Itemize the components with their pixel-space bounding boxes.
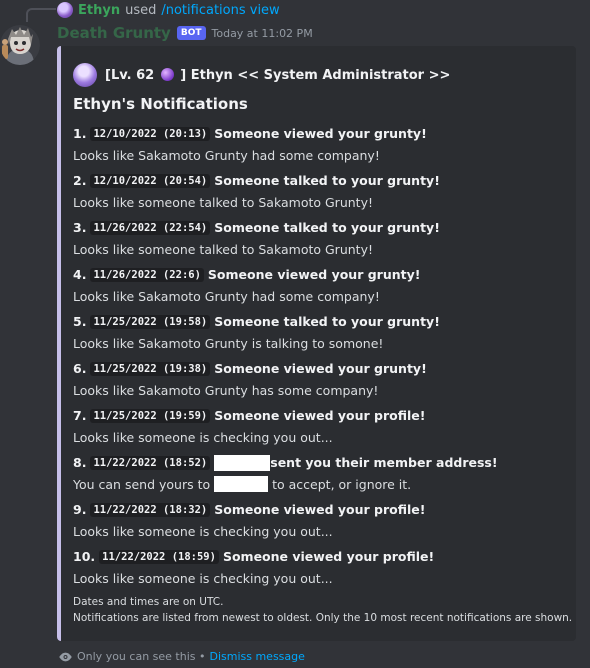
footer-line-order: Notifications are listed from newest to … — [73, 612, 573, 624]
notification-header: 2. 12/10/2022 (20:54) Someone talked to … — [73, 170, 568, 191]
footer-line-utc: Dates and times are on UTC. — [73, 596, 224, 608]
notification-header: 1. 12/10/2022 (20:13) Someone viewed you… — [73, 123, 568, 144]
notification-title: Someone viewed your profile! — [214, 408, 426, 423]
embed-author-suffix: ] Ethyn << System Administrator >> — [180, 67, 451, 83]
ephemeral-text: Only you can see this • — [77, 650, 206, 663]
notification-header: 3. 11/26/2022 (22:54) Someone talked to … — [73, 217, 568, 238]
notification-header: 10. 11/22/2022 (18:59) Someone viewed yo… — [73, 546, 568, 567]
interaction-command[interactable]: /notifications view — [161, 3, 279, 18]
notification-body: Looks like Sakamoto Grunty had some comp… — [73, 288, 380, 304]
interaction-user-name[interactable]: Ethyn — [78, 3, 120, 18]
notification-item: 7. 11/25/2022 (19:59) Someone viewed you… — [73, 405, 568, 452]
notification-item: 6. 11/25/2022 (19:38) Someone viewed you… — [73, 358, 568, 405]
reply-connector — [26, 8, 56, 22]
notifications-embed: [Lv. 62 ] Ethyn << System Administrator … — [57, 46, 576, 641]
notifications-list: 1. 12/10/2022 (20:13) Someone viewed you… — [73, 123, 568, 593]
notification-item: 10. 11/22/2022 (18:59) Someone viewed yo… — [73, 546, 568, 593]
notification-title: Someone viewed your profile! — [222, 549, 435, 564]
bot-badge: BOT — [176, 26, 206, 40]
embed-author-text: [Lv. 62 ] Ethyn << System Administrator … — [105, 67, 451, 83]
ephemeral-notice: Only you can see this • Dismiss message — [58, 650, 305, 663]
level-orb-icon — [160, 67, 174, 81]
interaction-used-text: used — [125, 2, 157, 18]
redacted-address — [214, 476, 269, 492]
grunty-avatar-icon — [0, 25, 40, 65]
notification-title: sent you their member address! — [270, 455, 498, 470]
notification-header: 4. 11/26/2022 (22:6) Someone viewed your… — [73, 264, 568, 285]
bot-avatar[interactable] — [0, 25, 40, 65]
interaction-header: Ethyn used /notifications view — [57, 1, 280, 19]
notification-body: Looks like Sakamoto Grunty is talking to… — [73, 335, 384, 351]
notification-number: 4. — [73, 267, 87, 282]
notification-body: Looks like someone is checking you out..… — [73, 429, 333, 445]
notification-number: 3. — [73, 220, 87, 235]
notification-number: 1. — [73, 126, 87, 141]
notification-title: Someone viewed your grunty! — [214, 361, 427, 376]
embed-author-avatar — [73, 63, 97, 87]
notification-time: 12/10/2022 (20:54) — [90, 173, 211, 188]
redacted-username — [214, 454, 271, 471]
eye-icon — [59, 652, 72, 661]
notification-body: Looks like someone talked to Sakamoto Gr… — [73, 241, 373, 257]
notification-title: Someone viewed your profile! — [214, 502, 426, 517]
author-row: Death Grunty BOT Today at 11:02 PM — [57, 22, 313, 44]
notification-time: 11/25/2022 (19:38) — [90, 361, 211, 376]
notification-item: 3. 11/26/2022 (22:54) Someone talked to … — [73, 217, 568, 264]
notification-time: 11/26/2022 (22:6) — [90, 267, 204, 282]
notification-time: 11/25/2022 (19:58) — [90, 314, 211, 329]
notification-item: 9. 11/22/2022 (18:32) Someone viewed you… — [73, 499, 568, 546]
notification-item: 8. 11/22/2022 (18:52) sent you their mem… — [73, 452, 568, 499]
notification-time: 11/22/2022 (18:52) — [90, 455, 211, 470]
notification-body-pre: You can send yours to — [73, 476, 211, 492]
notification-header: 7. 11/25/2022 (19:59) Someone viewed you… — [73, 405, 568, 426]
notification-number: 8. — [73, 455, 87, 470]
message-timestamp[interactable]: Today at 11:02 PM — [212, 27, 313, 40]
notification-number: 9. — [73, 502, 87, 517]
interaction-user-avatar[interactable] — [57, 2, 73, 18]
notification-time: 12/10/2022 (20:13) — [90, 126, 211, 141]
embed-author: [Lv. 62 ] Ethyn << System Administrator … — [73, 63, 450, 87]
notification-header: 8. 11/22/2022 (18:52) sent you their mem… — [73, 452, 568, 473]
notification-item: 1. 12/10/2022 (20:13) Someone viewed you… — [73, 123, 568, 170]
notification-header: 5. 11/25/2022 (19:58) Someone talked to … — [73, 311, 568, 332]
notification-title: Someone talked to your grunty! — [214, 314, 440, 329]
embed-author-prefix: [Lv. 62 — [105, 67, 155, 83]
notification-body: You can send yours to to accept, or igno… — [73, 473, 568, 495]
notification-number: 10. — [73, 549, 96, 564]
dismiss-message-link[interactable]: Dismiss message — [209, 650, 304, 663]
notification-item: 4. 11/26/2022 (22:6) Someone viewed your… — [73, 264, 568, 311]
message-container: Ethyn used /notifications view Death Gru… — [0, 0, 590, 668]
notification-time: 11/25/2022 (19:59) — [90, 408, 211, 423]
author-name[interactable]: Death Grunty — [57, 24, 171, 42]
notification-number: 5. — [73, 314, 87, 329]
notification-body: Looks like someone is checking you out..… — [73, 570, 333, 586]
notification-item: 5. 11/25/2022 (19:58) Someone talked to … — [73, 311, 568, 358]
embed-footer: Dates and times are on UTC. Notification… — [73, 594, 572, 626]
notification-body-post: to accept, or ignore it. — [272, 476, 412, 492]
notification-title: Someone talked to your grunty! — [214, 220, 440, 235]
notification-body: Looks like Sakamoto Grunty has some comp… — [73, 382, 379, 398]
notification-number: 6. — [73, 361, 87, 376]
notification-number: 7. — [73, 408, 87, 423]
notification-time: 11/22/2022 (18:32) — [90, 502, 211, 517]
notification-title: Someone viewed your grunty! — [207, 267, 421, 282]
notification-title: Someone viewed your grunty! — [214, 126, 427, 141]
notification-body: Looks like Sakamoto Grunty had some comp… — [73, 147, 380, 163]
embed-title: Ethyn's Notifications — [73, 95, 248, 113]
notification-time: 11/26/2022 (22:54) — [90, 220, 211, 235]
notification-title: Someone talked to your grunty! — [214, 173, 440, 188]
notification-number: 2. — [73, 173, 87, 188]
notification-header: 6. 11/25/2022 (19:38) Someone viewed you… — [73, 358, 568, 379]
notification-time: 11/22/2022 (18:59) — [99, 549, 219, 564]
notification-body: Looks like someone talked to Sakamoto Gr… — [73, 194, 373, 210]
notification-header: 9. 11/22/2022 (18:32) Someone viewed you… — [73, 499, 568, 520]
notification-item: 2. 12/10/2022 (20:54) Someone talked to … — [73, 170, 568, 217]
notification-body: Looks like someone is checking you out..… — [73, 523, 333, 539]
